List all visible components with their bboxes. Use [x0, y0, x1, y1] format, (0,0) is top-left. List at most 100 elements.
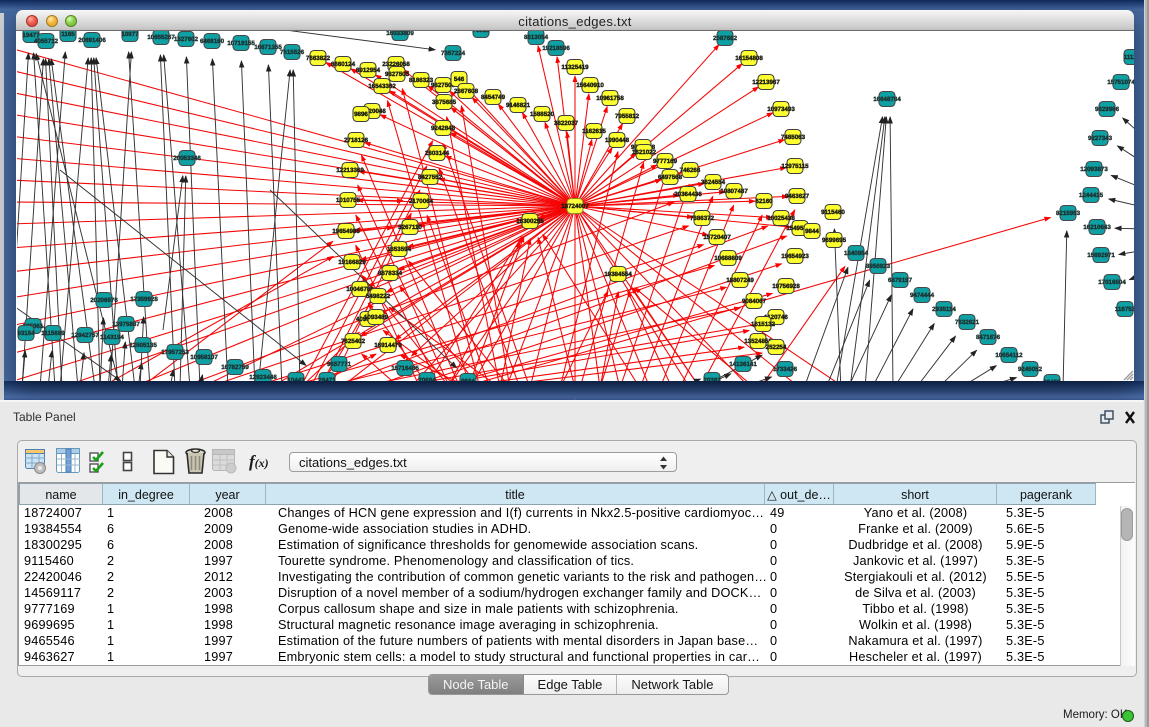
svg-text:15720407: 15720407 [703, 234, 731, 241]
svg-text:18724007: 18724007 [561, 203, 589, 210]
svg-text:3624554: 3624554 [701, 179, 726, 186]
svg-text:8215953: 8215953 [1056, 210, 1081, 217]
svg-text:17957253: 17957253 [161, 349, 189, 356]
svg-text:92450: 92450 [1043, 379, 1061, 381]
svg-text:3267110: 3267110 [398, 224, 422, 231]
svg-text:12505135: 12505135 [129, 342, 157, 349]
svg-text:9227343: 9227343 [1088, 135, 1113, 142]
svg-text:2718126: 2718126 [344, 137, 369, 144]
svg-text:10958107: 10958107 [190, 354, 218, 361]
svg-text:1621022: 1621022 [632, 149, 657, 156]
svg-text:1093489: 1093489 [364, 314, 389, 321]
svg-text:18807249: 18807249 [726, 277, 754, 284]
svg-text:9329966: 9329966 [1095, 106, 1120, 113]
svg-text:1640954: 1640954 [844, 250, 869, 257]
svg-text:12213967: 12213967 [752, 79, 780, 86]
svg-text:9699695: 9699695 [822, 237, 847, 244]
svg-text:9146821: 9146821 [506, 102, 531, 109]
svg-text:1143194: 1143194 [100, 334, 124, 341]
svg-text:9657771: 9657771 [327, 361, 352, 368]
svg-text:16782759: 16782759 [221, 364, 249, 371]
svg-text:16033809: 16033809 [386, 31, 414, 37]
svg-text:15692971: 15692971 [1087, 252, 1115, 259]
svg-text:9463627: 9463627 [785, 193, 810, 200]
svg-text:7625402: 7625402 [341, 338, 366, 345]
svg-text:20691406: 20691406 [78, 37, 106, 44]
svg-text:62160: 62160 [755, 198, 773, 205]
svg-text:26471: 26471 [318, 377, 336, 381]
svg-text:7955812: 7955812 [615, 113, 640, 120]
svg-text:12975115: 12975115 [781, 163, 809, 170]
svg-text:9245052: 9245052 [1018, 366, 1043, 373]
svg-text:1115689: 1115689 [41, 330, 65, 337]
svg-text:746266: 746266 [680, 167, 701, 174]
svg-text:10807487: 10807487 [720, 188, 748, 195]
svg-text:15751074: 15751074 [1107, 79, 1134, 86]
svg-text:6879197: 6879197 [888, 277, 913, 284]
svg-text:8958923: 8958923 [866, 263, 891, 270]
svg-text:9327503: 9327503 [385, 71, 410, 78]
svg-text:1010755: 1010755 [336, 197, 361, 204]
svg-text:10719155: 10719155 [227, 40, 255, 47]
svg-text:15640910: 15640910 [576, 82, 604, 89]
svg-text:16648784: 16648784 [873, 96, 901, 103]
svg-text:20053346: 20053346 [173, 155, 201, 162]
svg-text:8454749: 8454749 [481, 94, 506, 101]
svg-text:10688609: 10688609 [714, 255, 742, 262]
svg-text:7485063: 7485063 [781, 134, 806, 141]
svg-text:9777169: 9777169 [653, 158, 678, 165]
svg-text:19654985: 19654985 [332, 228, 360, 235]
svg-text:20684: 20684 [418, 377, 436, 381]
svg-text:16543362: 16543362 [368, 83, 396, 90]
svg-text:5498222: 5498222 [366, 293, 391, 300]
svg-text:20382: 20382 [703, 377, 721, 381]
svg-text:6466160: 6466160 [200, 38, 225, 45]
svg-text:2087682: 2087682 [713, 35, 738, 42]
svg-text:10973493: 10973493 [767, 106, 795, 113]
svg-text:1165: 1165 [61, 31, 75, 38]
svg-text:19218596: 19218596 [542, 45, 570, 52]
svg-text:19756928: 19756928 [772, 283, 800, 290]
svg-text:12942757: 12942757 [71, 332, 99, 339]
svg-text:16671355: 16671355 [254, 44, 282, 51]
svg-text:1990448: 1990448 [605, 137, 630, 144]
svg-text:11325419: 11325419 [561, 64, 589, 71]
svg-text:13975887: 13975887 [112, 321, 140, 328]
svg-text:10654112: 10654112 [995, 352, 1023, 359]
svg-text:1527602: 1527602 [174, 36, 199, 43]
svg-text:12093873: 12093873 [1080, 166, 1108, 173]
svg-text:8471676: 8471676 [976, 334, 1001, 341]
svg-text:16154808: 16154808 [735, 55, 763, 62]
svg-text:7663822: 7663822 [306, 55, 331, 62]
svg-text:1244415: 1244415 [1079, 192, 1104, 199]
svg-text:1588520: 1588520 [530, 111, 555, 118]
svg-text:19166829: 19166829 [338, 259, 366, 266]
svg-text:19654923: 19654923 [781, 253, 809, 260]
svg-text:7386372: 7386372 [690, 215, 715, 222]
svg-text:8660124: 8660124 [331, 61, 356, 68]
svg-text:6497568: 6497568 [658, 174, 683, 181]
svg-text:10961758: 10961758 [596, 95, 624, 102]
svg-text:7632621: 7632621 [955, 319, 980, 326]
svg-text:8427552: 8427552 [418, 174, 443, 181]
svg-text:8186323: 8186323 [409, 77, 434, 84]
svg-text:17016504: 17016504 [1098, 279, 1126, 286]
svg-text:9896: 9896 [354, 111, 368, 118]
svg-text:2803144: 2803144 [425, 150, 450, 157]
svg-text:9115460: 9115460 [821, 209, 845, 216]
svg-text:2867608: 2867608 [454, 88, 479, 95]
svg-text:9844: 9844 [805, 228, 819, 235]
svg-text:8813054: 8813054 [524, 34, 549, 41]
svg-text:18300295: 18300295 [516, 218, 544, 225]
svg-text:9242848: 9242848 [431, 125, 456, 132]
svg-text:73516: 73516 [472, 31, 490, 34]
svg-text:14136141: 14136141 [729, 361, 757, 368]
svg-text:3822037: 3822037 [554, 120, 579, 127]
svg-text:7515526: 7515526 [280, 49, 305, 56]
svg-text:17359928: 17359928 [130, 296, 158, 303]
svg-text:93154: 93154 [17, 330, 35, 337]
svg-text:12923446: 12923446 [249, 374, 277, 381]
svg-text:1162615: 1162615 [582, 128, 606, 135]
svg-text:9474444: 9474444 [910, 292, 935, 299]
svg-text:19384554: 19384554 [604, 271, 632, 278]
